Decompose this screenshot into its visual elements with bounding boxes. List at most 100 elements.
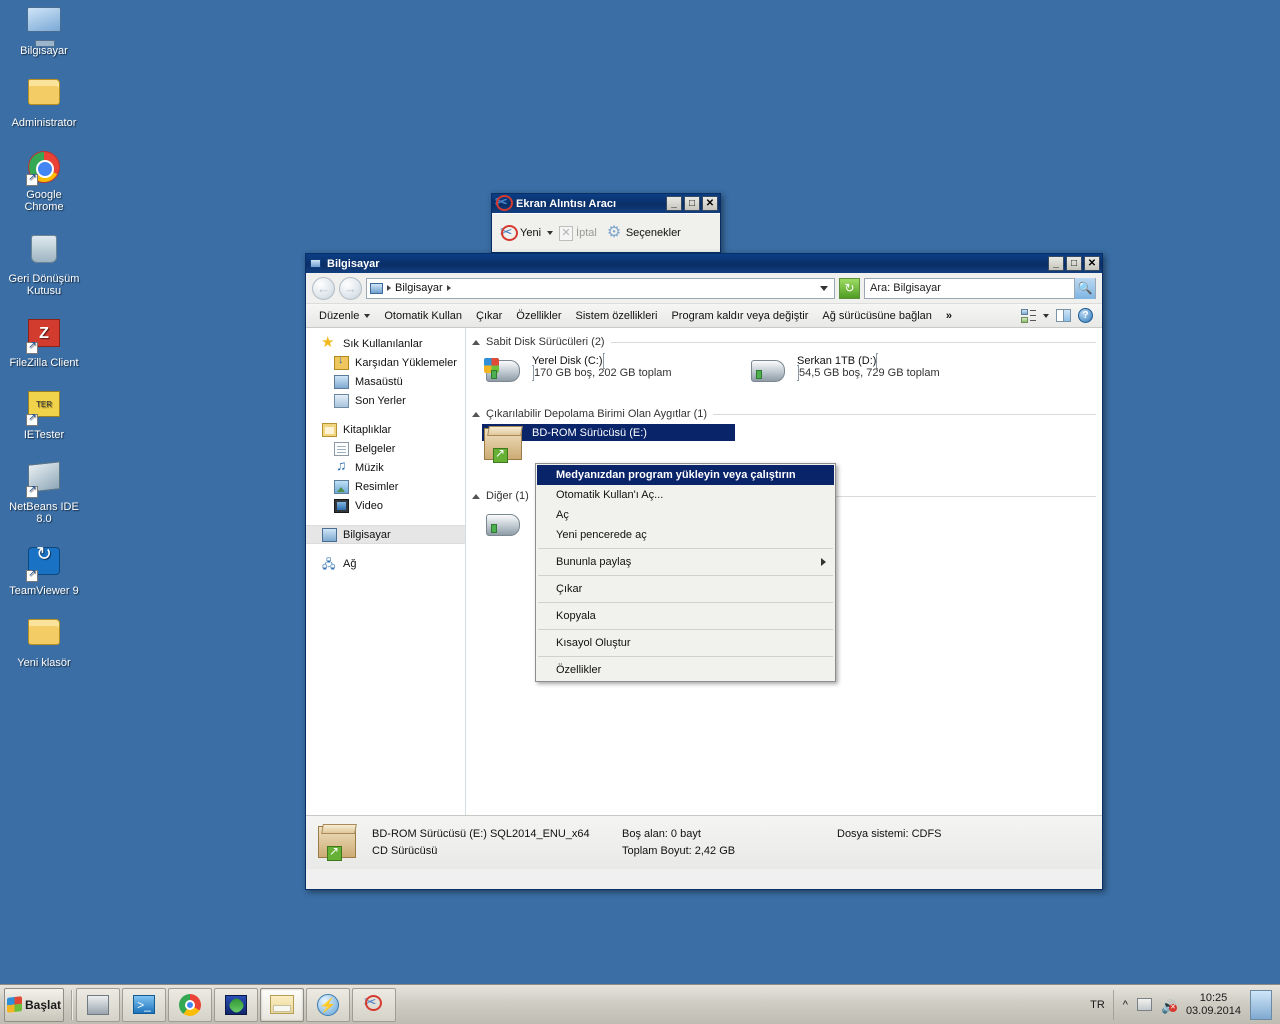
desktop-icon-teamviewer[interactable]: TeamViewer 9 (6, 547, 82, 597)
sidebar-item-recent-places[interactable]: Son Yerler (306, 391, 465, 410)
organize-label: Düzenle (319, 309, 360, 322)
maximize-button[interactable]: □ (684, 196, 700, 211)
forward-button[interactable]: → (339, 276, 362, 300)
organize-button[interactable]: Düzenle (312, 307, 377, 325)
breadcrumb-item-bilgisayar[interactable]: Bilgisayar (395, 282, 443, 294)
context-menu-item-open-new-window[interactable]: Yeni pencerede aç (537, 525, 834, 545)
context-menu-item-install-run-program[interactable]: Medyanızdan program yükleyin veya çalışt… (537, 465, 834, 485)
chevron-down-icon[interactable] (1043, 313, 1049, 318)
group-header-label: Sabit Disk Sürücüleri (2) (486, 336, 605, 348)
sidebar-item-network[interactable]: Ağ (306, 554, 465, 576)
taskbar-button-power-app[interactable]: ⚡ (306, 987, 350, 1022)
taskbar-button-server-manager[interactable] (76, 987, 120, 1022)
show-desktop-button[interactable] (1250, 989, 1272, 1020)
eject-button[interactable]: Çıkar (469, 307, 509, 325)
desktop-icon-netbeans[interactable]: NetBeans IDE 8.0 (6, 461, 82, 525)
collapse-triangle-icon[interactable] (472, 493, 480, 499)
snipping-tool-title: Ekran Alıntısı Aracı (516, 197, 617, 210)
start-button[interactable]: Başlat (4, 987, 64, 1022)
desktop-icon-administrator[interactable]: Administrator (6, 79, 82, 129)
context-menu-separator (538, 629, 833, 630)
desktop-icon-yeni-klasor[interactable]: Yeni klasör (6, 619, 82, 669)
sidebar-item-documents[interactable]: Belgeler (306, 439, 465, 458)
minimize-button[interactable]: _ (666, 196, 682, 211)
sidebar-item-pictures[interactable]: Resimler (306, 477, 465, 496)
sidebar-item-label: Kitaplıklar (343, 423, 392, 436)
video-icon (334, 498, 349, 513)
network-icon[interactable] (1136, 998, 1152, 1011)
hard-disk-tiles: Yerel Disk (C:) 170 GB boş, 202 GB topla… (472, 352, 1096, 400)
snipping-tool-toolbar: Yeni ✕ İptal Seçenekler (492, 213, 720, 252)
sidebar-item-downloads[interactable]: Karşıdan Yüklemeler (306, 353, 465, 372)
taskbar-button-chrome[interactable] (168, 987, 212, 1022)
sidebar-item-libraries[interactable]: Kitaplıklar (306, 420, 465, 439)
drive-tile-c[interactable]: Yerel Disk (C:) 170 GB boş, 202 GB topla… (472, 352, 737, 400)
change-view-icon[interactable] (1021, 308, 1036, 323)
sidebar-item-computer[interactable]: Bilgisayar (306, 525, 465, 544)
taskbar-button-snipping-tool[interactable] (352, 987, 396, 1022)
context-menu-item-open-autoplay[interactable]: Otomatik Kullan'ı Aç... (537, 485, 834, 505)
show-hidden-icons-chevron-icon[interactable]: ^ (1123, 999, 1128, 1011)
taskbar-button-paint[interactable] (214, 987, 258, 1022)
chevron-down-icon[interactable] (547, 231, 554, 235)
maximize-button[interactable]: □ (1066, 256, 1082, 271)
desktop-icon-google-chrome[interactable]: Google Chrome (6, 151, 82, 213)
map-network-drive-button[interactable]: Ağ sürücüsüne bağlan (815, 307, 938, 325)
back-button[interactable]: ← (312, 276, 335, 300)
new-snip-button[interactable]: Yeni (496, 223, 545, 244)
address-dropdown-icon[interactable] (820, 285, 828, 291)
collapse-triangle-icon[interactable] (472, 411, 480, 417)
system-properties-button[interactable]: Sistem özellikleri (569, 307, 665, 325)
desktop-icon-recycle-bin[interactable]: Geri Dönüşüm Kutusu (6, 235, 82, 297)
clock[interactable]: 10:25 03.09.2014 (1186, 992, 1241, 1018)
desktop-icon-bilgisayar[interactable]: Bilgisayar (6, 7, 82, 57)
close-button[interactable]: ✕ (1084, 256, 1100, 271)
sidebar-item-label: Son Yerler (355, 394, 406, 407)
language-indicator[interactable]: TR (1090, 999, 1105, 1011)
context-menu-item-share-with[interactable]: Bununla paylaş (537, 552, 834, 572)
desktop-icon-filezilla[interactable]: Z FileZilla Client (6, 319, 82, 369)
minimize-button[interactable]: _ (1048, 256, 1064, 271)
snipping-tool-titlebar[interactable]: Ekran Alıntısı Aracı _ □ ✕ (492, 193, 720, 213)
explorer-titlebar[interactable]: Bilgisayar _ □ ✕ (306, 254, 1102, 273)
group-header-hard-disks[interactable]: Sabit Disk Sürücüleri (2) (472, 336, 1096, 348)
context-menu-item-create-shortcut[interactable]: Kısayol Oluştur (537, 633, 834, 653)
address-bar[interactable]: Bilgisayar (366, 277, 835, 299)
taskbar-button-explorer[interactable] (260, 987, 304, 1022)
desktop-icon-ietester[interactable]: TER IETester (6, 391, 82, 441)
breadcrumb-separator-icon[interactable] (446, 285, 451, 291)
group-header-removable[interactable]: Çıkarılabilir Depolama Birimi Olan Aygıt… (472, 408, 1096, 420)
search-input[interactable]: Ara: Bilgisayar 🔍 (864, 277, 1096, 299)
cd-drive-icon (316, 823, 360, 863)
options-button[interactable]: Seçenekler (603, 222, 685, 243)
context-menu-item-properties[interactable]: Özellikler (537, 660, 834, 680)
context-menu-item-eject[interactable]: Çıkar (537, 579, 834, 599)
desktop-icon-label: FileZilla Client (9, 357, 79, 369)
sidebar-item-video[interactable]: Video (306, 496, 465, 515)
drive-tile-d[interactable]: Serkan 1TB (D:) 54,5 GB boş, 729 GB topl… (737, 352, 1002, 400)
context-menu-item-open[interactable]: Aç (537, 505, 834, 525)
sidebar-item-desktop[interactable]: Masaüstü (306, 372, 465, 391)
refresh-button[interactable]: ↻ (839, 277, 860, 299)
hard-drive-icon (484, 508, 524, 544)
uninstall-change-program-button[interactable]: Program kaldır veya değiştir (664, 307, 815, 325)
details-pane: BD-ROM Sürücüsü (E:) SQL2014_ENU_x64 CD … (306, 815, 1102, 869)
clock-date: 03.09.2014 (1185, 1004, 1241, 1017)
cancel-snip-label: İptal (576, 227, 597, 239)
autoplay-button[interactable]: Otomatik Kullan (377, 307, 469, 325)
search-icon[interactable]: 🔍 (1074, 277, 1095, 299)
collapse-triangle-icon[interactable] (472, 339, 480, 345)
help-icon[interactable]: ? (1078, 308, 1093, 323)
sidebar-item-favorites[interactable]: Sık Kullanılanlar (306, 333, 465, 353)
close-button[interactable]: ✕ (702, 196, 718, 211)
properties-button[interactable]: Özellikler (509, 307, 568, 325)
context-menu-item-copy[interactable]: Kopyala (537, 606, 834, 626)
overflow-chevron-button[interactable]: » (939, 307, 959, 325)
details-total-size: Toplam Boyut: 2,42 GB (622, 845, 736, 857)
details-columns: BD-ROM Sürücüsü (E:) SQL2014_ENU_x64 CD … (372, 828, 1092, 857)
preview-pane-icon[interactable] (1056, 309, 1071, 322)
taskbar-button-powershell[interactable]: >_ (122, 987, 166, 1022)
sidebar-item-music[interactable]: Müzik (306, 457, 465, 477)
volume-muted-icon[interactable]: 🔊 ✕ (1161, 998, 1177, 1014)
taskbar-separator (71, 989, 72, 1020)
